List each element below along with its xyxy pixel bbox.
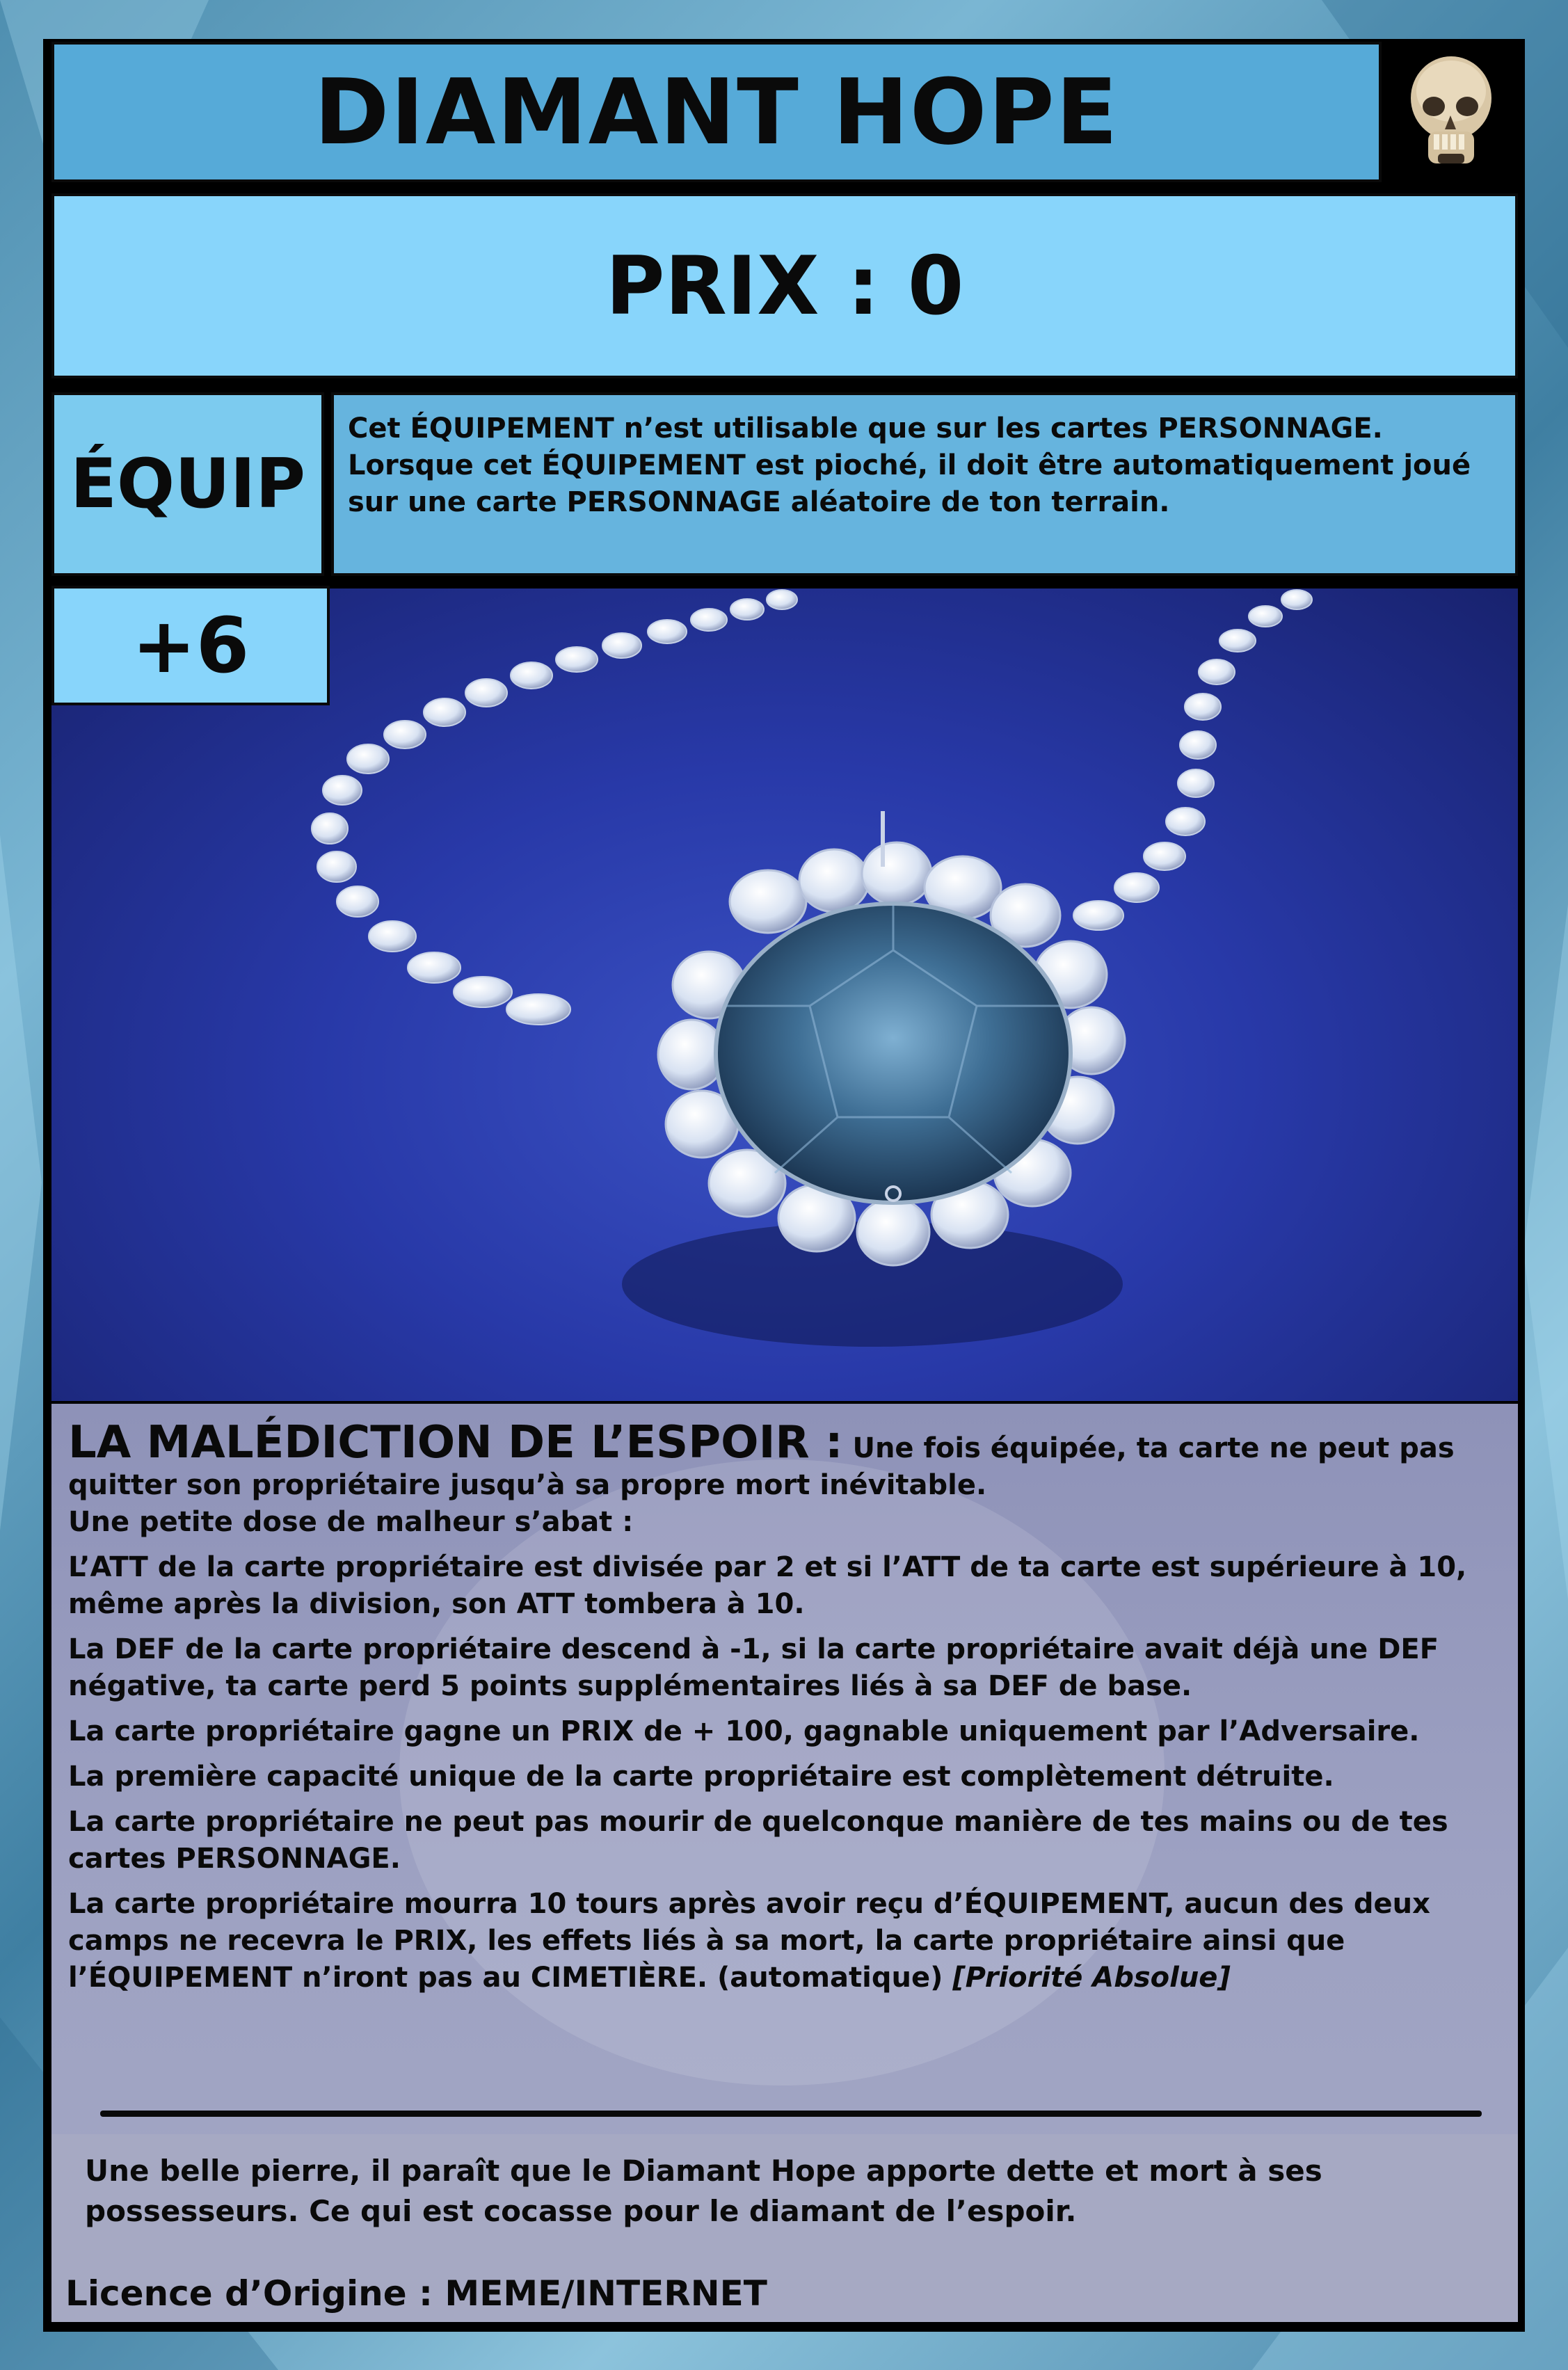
card-title-banner: DIAMANT HOPE	[51, 42, 1382, 182]
effect-line: L’ATT de la carte propriétaire est divis…	[68, 1551, 1467, 1620]
effect-panel: LA MALÉDICTION DE L’ESPOIR : Une fois éq…	[51, 1404, 1518, 2322]
game-card[interactable]: DIAMANT HOPE PRIX : 0 ÉQUIP Cet ÉQUIPEME…	[43, 39, 1525, 2332]
price-banner: PRIX : 0	[51, 193, 1518, 378]
rule-text: Cet ÉQUIPEMENT n’est utilisable que sur …	[331, 392, 1518, 576]
equip-bonus: +6	[51, 586, 330, 705]
card-illustration-hope-diamond	[51, 589, 1518, 1401]
effect-heading: LA MALÉDICTION DE L’ESPOIR :	[68, 1417, 843, 1468]
effect-line: La carte propriétaire gagne un PRIX de +…	[68, 1715, 1420, 1747]
price-label: PRIX : 0	[605, 239, 964, 333]
priority-tag: [Priorité Absolue]	[952, 1962, 1231, 1994]
divider	[100, 2111, 1482, 2117]
card-title: DIAMANT HOPE	[314, 59, 1119, 165]
effect-line: La carte propriétaire ne peut pas mourir…	[68, 1806, 1448, 1875]
flavor-panel: Une belle pierre, il paraît que le Diama…	[51, 2134, 1518, 2322]
licence-label: Licence d’Origine : MEME/INTERNET	[65, 2273, 767, 2314]
effect-intro-2: Une petite dose de malheur s’abat :	[68, 1506, 634, 1538]
card-type: ÉQUIP	[51, 392, 324, 576]
skull-icon	[1382, 42, 1521, 182]
effect-line: La première capacité unique de la carte …	[68, 1761, 1334, 1793]
effect-line: La DEF de la carte propriétaire descend …	[68, 1633, 1439, 1702]
effect-text: LA MALÉDICTION DE L’ESPOIR : Une fois éq…	[68, 1420, 1501, 2005]
flavor-text: Une belle pierre, il paraît que le Diama…	[85, 2154, 1322, 2228]
